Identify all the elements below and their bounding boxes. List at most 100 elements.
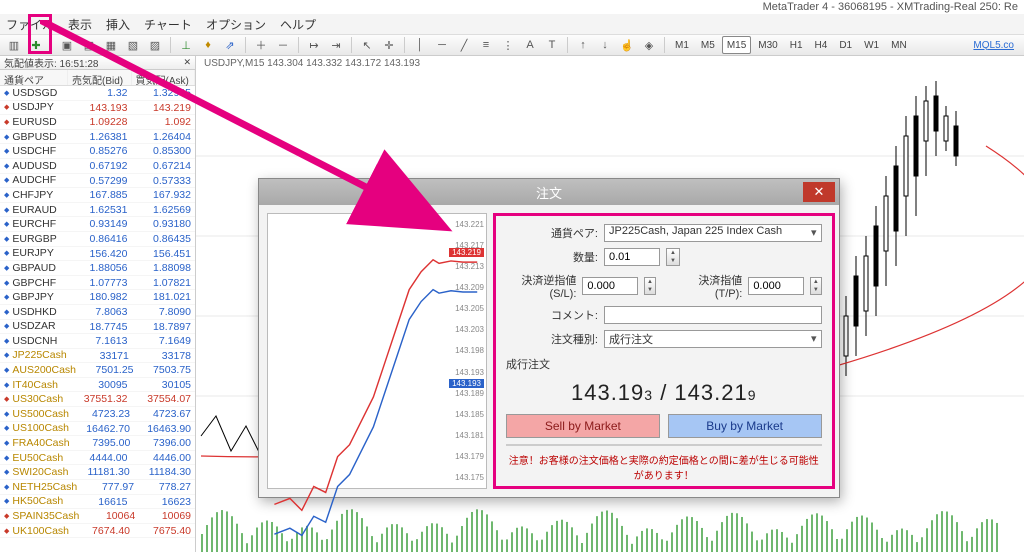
market-watch-row[interactable]: US500Cash4723.234723.67 xyxy=(0,407,195,422)
toolbar-label-icon[interactable]: T xyxy=(542,36,562,54)
market-watch-row[interactable]: USDSGD1.321.32945 xyxy=(0,86,195,101)
order-mini-chart: 143.219 143.193 143.221143.217143.213143… xyxy=(267,213,487,489)
market-watch-row[interactable]: SWI20Cash11181.3011184.30 xyxy=(0,465,195,480)
tp-stepper[interactable]: ▲▼ xyxy=(810,277,821,295)
menu-file[interactable]: ファイル xyxy=(6,16,54,33)
market-watch-row[interactable]: SPAIN35Cash1006410069 xyxy=(0,509,195,524)
qty-stepper[interactable]: ▲▼ xyxy=(666,248,680,266)
timeframe-d1[interactable]: D1 xyxy=(834,36,857,54)
market-watch-row[interactable]: GBPAUD1.880561.88098 xyxy=(0,261,195,276)
sl-stepper[interactable]: ▲▼ xyxy=(644,277,655,295)
comment-input[interactable] xyxy=(604,306,822,324)
toolbar-fibo-icon[interactable]: ⋮ xyxy=(498,36,518,54)
market-watch-row[interactable]: CHFJPY167.885167.932 xyxy=(0,188,195,203)
col-ask[interactable]: 買気配(Ask) xyxy=(132,70,196,85)
close-icon[interactable]: ✕ xyxy=(183,57,191,68)
toolbar-new-order-icon[interactable]: ✚ xyxy=(26,36,46,54)
market-watch-row[interactable]: JP225Cash3317133178 xyxy=(0,349,195,364)
market-watch-row[interactable]: USDCNH7.16137.1649 xyxy=(0,334,195,349)
toolbar-channel-icon[interactable]: ≡ xyxy=(476,36,496,54)
market-watch-row[interactable]: EURUSD1.092281.092 xyxy=(0,115,195,130)
close-icon[interactable]: ✕ xyxy=(803,182,835,202)
price-quote: 143.193 / 143.219 xyxy=(506,378,822,408)
type-select[interactable]: 成行注文 xyxy=(604,330,822,348)
sell-button[interactable]: Sell by Market xyxy=(506,414,660,438)
toolbar-nav-icon[interactable]: ▦ xyxy=(101,36,121,54)
separator xyxy=(404,37,405,53)
market-watch-row[interactable]: HK50Cash1661516623 xyxy=(0,495,195,510)
toolbar-new-chart-icon[interactable]: ▥ xyxy=(4,36,24,54)
market-watch-row[interactable]: US30Cash37551.3237554.07 xyxy=(0,392,195,407)
market-watch-row[interactable]: FRA40Cash7395.007396.00 xyxy=(0,436,195,451)
market-watch-row[interactable]: EURCHF0.931490.93180 xyxy=(0,217,195,232)
ask-big: 143.21 xyxy=(674,380,747,405)
market-watch-row[interactable]: EURGBP0.864160.86435 xyxy=(0,232,195,247)
market-watch-row[interactable]: EURJPY156.420156.451 xyxy=(0,247,195,262)
toolbar-crosshair-icon[interactable]: ✛ xyxy=(379,36,399,54)
market-watch-row[interactable]: GBPCHF1.077731.07821 xyxy=(0,276,195,291)
buy-button[interactable]: Buy by Market xyxy=(668,414,822,438)
market-watch-row[interactable]: AUS200Cash7501.257503.75 xyxy=(0,363,195,378)
toolbar-zoom-in-icon[interactable]: ＋ xyxy=(251,36,271,54)
separator xyxy=(664,37,665,53)
market-watch-row[interactable]: UK100Cash7674.407675.40 xyxy=(0,524,195,539)
mql5-link[interactable]: MQL5.co xyxy=(973,40,1020,51)
pair-select[interactable]: JP225Cash, Japan 225 Index Cash xyxy=(604,224,822,242)
timeframe-mn[interactable]: MN xyxy=(886,36,912,54)
timeframe-m30[interactable]: M30 xyxy=(753,36,782,54)
market-watch-row[interactable]: NETH25Cash777.97778.27 xyxy=(0,480,195,495)
menu-help[interactable]: ヘルプ xyxy=(280,16,316,33)
timeframe-h1[interactable]: H1 xyxy=(785,36,808,54)
market-watch-row[interactable]: GBPJPY180.982181.021 xyxy=(0,290,195,305)
market-watch-row[interactable]: AUDUSD0.671920.67214 xyxy=(0,159,195,174)
toolbar-arrow-down-icon[interactable]: ↓ xyxy=(595,36,615,54)
toolbar-hline-icon[interactable]: ─ xyxy=(432,36,452,54)
market-watch-row[interactable]: USDJPY143.193143.219 xyxy=(0,101,195,116)
col-bid[interactable]: 売気配(Bid) xyxy=(68,70,132,85)
market-watch-row[interactable]: AUDCHF0.572990.57333 xyxy=(0,174,195,189)
toolbar-candle-icon[interactable]: ♦ xyxy=(198,36,218,54)
toolbar-vline-icon[interactable]: │ xyxy=(410,36,430,54)
tp-input[interactable] xyxy=(748,277,804,295)
toolbar: ▥ ✚ ▣ ▤ ▦ ▧ ▨ ⊥ ♦ ⇗ ＋ － ↦ ⇥ ↖ ✛ │ ─ ╱ ≡ … xyxy=(0,34,1024,56)
toolbar-objects-icon[interactable]: ◈ xyxy=(639,36,659,54)
timeframe-m15[interactable]: M15 xyxy=(722,36,751,54)
timeframe-m1[interactable]: M1 xyxy=(670,36,694,54)
toolbar-profiles-icon[interactable]: ▣ xyxy=(57,36,77,54)
toolbar-terminal-icon[interactable]: ▧ xyxy=(123,36,143,54)
market-watch-row[interactable]: USDZAR18.774518.7897 xyxy=(0,320,195,335)
toolbar-shift-icon[interactable]: ⇥ xyxy=(326,36,346,54)
toolbar-thumb-icon[interactable]: ☝ xyxy=(617,36,637,54)
market-watch-row[interactable]: EU50Cash4444.004446.00 xyxy=(0,451,195,466)
toolbar-strategy-icon[interactable]: ▨ xyxy=(145,36,165,54)
toolbar-text-icon[interactable]: A xyxy=(520,36,540,54)
toolbar-zoom-out-icon[interactable]: － xyxy=(273,36,293,54)
market-watch-row[interactable]: USDCHF0.852760.85300 xyxy=(0,144,195,159)
menu-chart[interactable]: チャート xyxy=(144,16,192,33)
market-watch-row[interactable]: IT40Cash3009530105 xyxy=(0,378,195,393)
timeframe-w1[interactable]: W1 xyxy=(859,36,884,54)
market-watch-row[interactable]: US100Cash16462.7016463.90 xyxy=(0,422,195,437)
market-watch-row[interactable]: EURAUD1.625311.62569 xyxy=(0,203,195,218)
market-watch-row[interactable]: USDHKD7.80637.8090 xyxy=(0,305,195,320)
market-watch-body[interactable]: USDSGD1.321.32945USDJPY143.193143.219EUR… xyxy=(0,86,195,552)
market-watch-panel: 気配値表示: 16:51:28 ✕ 通貨ペア 売気配(Bid) 買気配(Ask)… xyxy=(0,56,196,552)
menu-insert[interactable]: 挿入 xyxy=(106,16,130,33)
toolbar-market-icon[interactable]: ▤ xyxy=(79,36,99,54)
market-watch-row[interactable]: GBPUSD1.263811.26404 xyxy=(0,130,195,145)
dialog-titlebar[interactable]: 注文 ✕ xyxy=(259,179,839,205)
col-symbol[interactable]: 通貨ペア xyxy=(0,70,68,85)
sl-input[interactable] xyxy=(582,277,638,295)
toolbar-arrow-up-icon[interactable]: ↑ xyxy=(573,36,593,54)
menu-view[interactable]: 表示 xyxy=(68,16,92,33)
menu-options[interactable]: オプション xyxy=(206,16,266,33)
toolbar-bar-chart-icon[interactable]: ⊥ xyxy=(176,36,196,54)
toolbar-trendline-icon[interactable]: ╱ xyxy=(454,36,474,54)
timeframe-m5[interactable]: M5 xyxy=(696,36,720,54)
qty-input[interactable] xyxy=(604,248,660,266)
toolbar-auto-scroll-icon[interactable]: ↦ xyxy=(304,36,324,54)
toolbar-cursor-icon[interactable]: ↖ xyxy=(357,36,377,54)
toolbar-line-icon[interactable]: ⇗ xyxy=(220,36,240,54)
sl-label: 決済逆指値(S/L): xyxy=(506,272,576,300)
timeframe-h4[interactable]: H4 xyxy=(810,36,833,54)
